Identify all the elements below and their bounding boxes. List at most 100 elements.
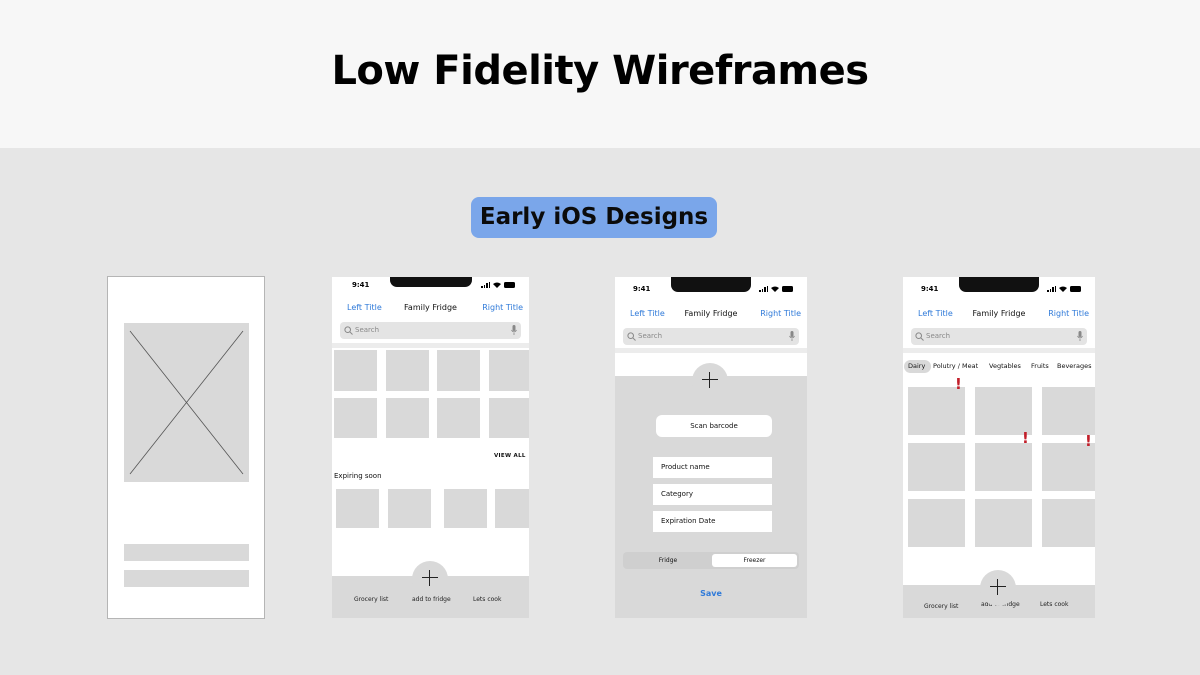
- category-fruits[interactable]: Fruits: [1031, 362, 1049, 370]
- item-tile[interactable]: [908, 387, 965, 435]
- search-icon: [627, 332, 636, 341]
- category-poultry-meat[interactable]: Polutry / Meat: [933, 362, 978, 370]
- grid-item[interactable]: [437, 350, 480, 391]
- item-tile[interactable]: [908, 499, 965, 547]
- status-icons: [481, 282, 515, 288]
- tab-grocery-list[interactable]: Grocery list: [354, 596, 388, 603]
- wifi-icon: [1059, 286, 1067, 292]
- mic-icon[interactable]: [789, 331, 795, 341]
- grid-item[interactable]: [489, 350, 529, 391]
- wireframe-2: 9:41 Family Fridge Left Title Right Titl…: [332, 277, 529, 618]
- search-input[interactable]: Search: [911, 328, 1087, 345]
- page-title: Low Fidelity Wireframes: [331, 48, 869, 94]
- divider: [332, 343, 529, 348]
- image-placeholder-icon: [129, 330, 244, 475]
- storage-segmented-control: Fridge Freezer: [623, 552, 799, 569]
- grid-item[interactable]: [489, 398, 529, 438]
- plus-icon[interactable]: [412, 561, 448, 597]
- tab-grocery-list[interactable]: Grocery list: [924, 603, 958, 610]
- expiry-alert-icon: !: [955, 375, 962, 393]
- search-placeholder: Search: [355, 326, 380, 334]
- nav-bar: Family Fridge Left Title Right Title: [903, 305, 1095, 323]
- search-icon: [915, 332, 924, 341]
- status-time: 9:41: [633, 285, 651, 293]
- plus-icon[interactable]: [692, 363, 728, 399]
- battery-icon: [504, 282, 515, 288]
- search-input[interactable]: Search: [340, 322, 521, 339]
- search-icon: [344, 326, 353, 335]
- nav-right-button[interactable]: Right Title: [760, 309, 801, 318]
- product-name-field[interactable]: Product name: [653, 457, 772, 478]
- text-line-placeholder: [124, 544, 249, 561]
- category-filter-bar: Dairy Polutry / Meat Vegtables Fruits Be…: [903, 360, 1095, 374]
- search-placeholder: Search: [926, 332, 951, 340]
- nav-bar: Family Fridge Left Title Right Title: [332, 299, 529, 317]
- device-notch: [390, 277, 472, 287]
- item-tile[interactable]: [1042, 387, 1095, 435]
- device-notch: [959, 277, 1039, 292]
- grid-item[interactable]: [437, 398, 480, 438]
- wireframe-4: 9:41 Family Fridge Left Title Right Titl…: [903, 277, 1095, 618]
- nav-bar: Family Fridge Left Title Right Title: [615, 305, 807, 323]
- mic-icon[interactable]: [1077, 331, 1083, 341]
- category-dairy[interactable]: Dairy: [908, 362, 925, 370]
- wifi-icon: [493, 282, 501, 288]
- divider: [615, 348, 807, 353]
- search-placeholder: Search: [638, 332, 663, 340]
- status-time: 9:41: [352, 281, 370, 289]
- segment-freezer[interactable]: Freezer: [712, 554, 797, 567]
- mic-icon[interactable]: [511, 325, 517, 335]
- image-placeholder: [124, 323, 249, 482]
- expiration-date-field[interactable]: Expiration Date: [653, 511, 772, 532]
- segment-fridge[interactable]: Fridge: [625, 554, 711, 567]
- grid-item[interactable]: [334, 398, 377, 438]
- text-line-placeholder: [124, 570, 249, 587]
- item-tile[interactable]: [908, 443, 965, 491]
- wifi-icon: [771, 286, 779, 292]
- nav-left-button[interactable]: Left Title: [630, 309, 665, 318]
- grid-item[interactable]: [386, 350, 429, 391]
- search-input[interactable]: Search: [623, 328, 799, 345]
- status-icons: [759, 286, 793, 292]
- signal-icon: [1047, 286, 1056, 292]
- battery-icon: [782, 286, 793, 292]
- grid-item[interactable]: [386, 398, 429, 438]
- nav-left-button[interactable]: Left Title: [918, 309, 953, 318]
- signal-icon: [759, 286, 768, 292]
- battery-icon: [1070, 286, 1081, 292]
- wireframe-1: [107, 276, 265, 619]
- expiring-item[interactable]: [495, 489, 529, 528]
- device-notch: [671, 277, 751, 292]
- item-tile[interactable]: [1042, 499, 1095, 547]
- tab-lets-cook[interactable]: Lets cook: [1040, 601, 1068, 608]
- category-field[interactable]: Category: [653, 484, 772, 505]
- tab-lets-cook[interactable]: Lets cook: [473, 596, 501, 603]
- item-tile[interactable]: [975, 443, 1032, 491]
- scan-barcode-button[interactable]: Scan barcode: [656, 415, 772, 437]
- expiring-item[interactable]: [388, 489, 431, 528]
- plus-icon[interactable]: [980, 570, 1016, 606]
- nav-right-button[interactable]: Right Title: [1048, 309, 1089, 318]
- section-label: Expiring soon: [334, 472, 382, 480]
- category-beverages[interactable]: Beverages: [1057, 362, 1091, 370]
- wireframe-3: 9:41 Family Fridge Left Title Right Titl…: [615, 277, 807, 618]
- status-time: 9:41: [921, 285, 939, 293]
- divider: [903, 348, 1095, 353]
- save-button[interactable]: Save: [615, 589, 807, 598]
- view-all-link[interactable]: VIEW ALL: [494, 453, 526, 459]
- grid-item[interactable]: [334, 350, 377, 391]
- nav-right-button[interactable]: Right Title: [482, 303, 523, 312]
- tab-add-to-fridge[interactable]: add to fridge: [412, 596, 451, 603]
- item-tile[interactable]: [975, 499, 1032, 547]
- item-tile[interactable]: [975, 387, 1032, 435]
- item-tile[interactable]: [1042, 443, 1095, 491]
- expiry-alert-icon: !: [1022, 429, 1029, 447]
- expiring-item[interactable]: [444, 489, 487, 528]
- section-badge: Early iOS Designs: [471, 197, 717, 238]
- expiry-alert-icon: !: [1085, 432, 1092, 450]
- signal-icon: [481, 282, 490, 288]
- expiring-item[interactable]: [336, 489, 379, 528]
- nav-left-button[interactable]: Left Title: [347, 303, 382, 312]
- status-icons: [1047, 286, 1081, 292]
- category-vegetables[interactable]: Vegtables: [989, 362, 1021, 370]
